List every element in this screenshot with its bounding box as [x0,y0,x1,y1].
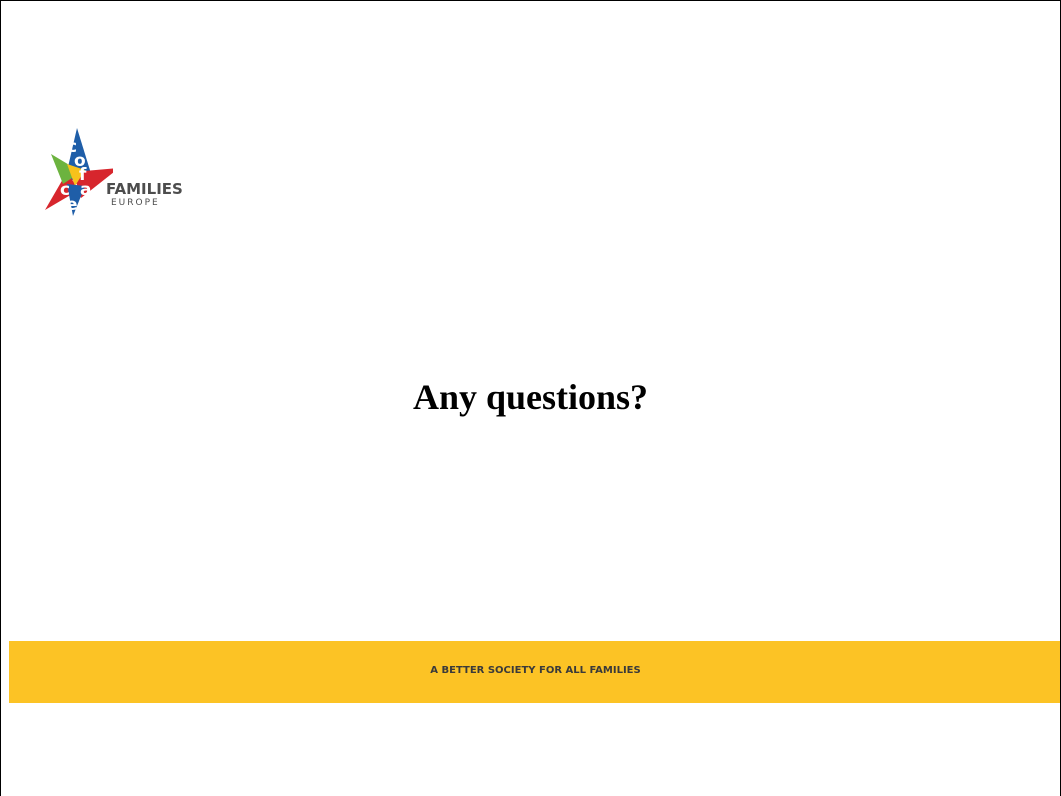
logo-subtitle: EUROPE [111,198,160,208]
logo-name: FAMILIES [106,180,183,198]
logo-letter: a [80,180,91,200]
slide-heading: Any questions? [412,377,649,417]
footer-tagline: A BETTER SOCIETY FOR ALL FAMILIES [430,665,641,676]
coface-logo: c o f a c e FAMILIES EUROPE [43,128,203,216]
coface-star-icon: c o f a c e [45,128,113,216]
slide: c o f a c e FAMILIES EUROPE Any question… [0,0,1061,796]
logo-letter: e [66,195,78,215]
footer-band: A BETTER SOCIETY FOR ALL FAMILIES [9,641,1060,703]
